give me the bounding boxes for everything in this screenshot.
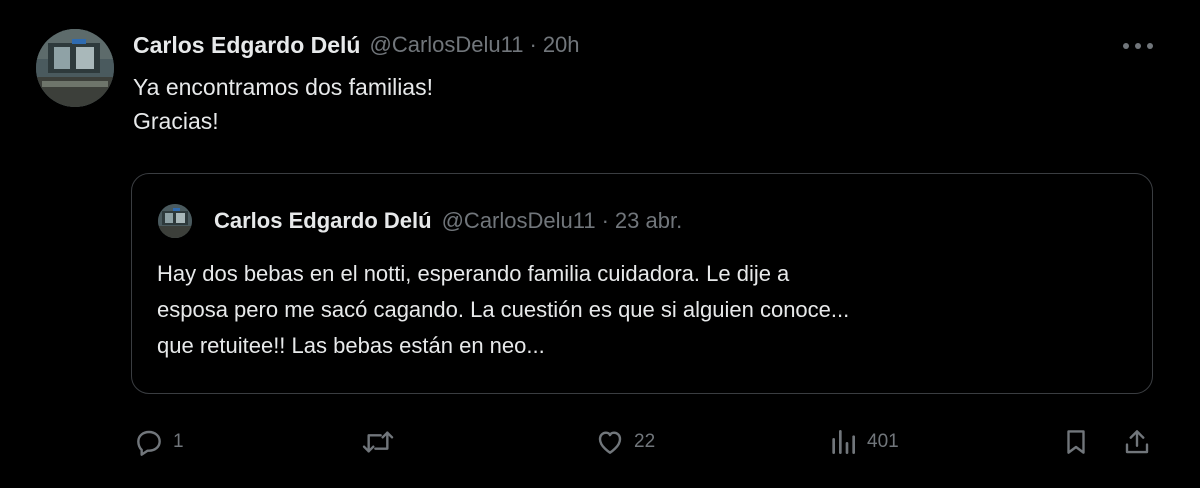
- separator: ·: [601, 208, 609, 233]
- author-handle[interactable]: @CarlosDelu11: [369, 32, 523, 58]
- author-name[interactable]: Carlos Edgardo Delú: [133, 32, 360, 59]
- quoted-author-handle: @CarlosDelu11: [441, 208, 596, 233]
- share-icon: [1122, 426, 1152, 458]
- tweet-text: Ya encontramos dos familias! Gracias!: [133, 70, 433, 138]
- quoted-header: Carlos Edgardo Delú @CarlosDelu11 · 23 a…: [214, 204, 682, 238]
- like-button[interactable]: 22: [594, 420, 655, 464]
- ellipsis-icon[interactable]: [1118, 34, 1158, 58]
- share-button[interactable]: [1122, 420, 1152, 464]
- quoted-author-avatar: [158, 204, 192, 238]
- quoted-text-line: que retuitee!! Las bebas están en neo...: [157, 333, 545, 358]
- action-bar: 1 22 401: [0, 420, 1200, 464]
- views-count: 401: [867, 431, 899, 452]
- reply-button[interactable]: 1: [133, 420, 184, 464]
- views-icon: [827, 426, 859, 458]
- reply-count: 1: [173, 431, 184, 452]
- bookmark-button[interactable]: [1061, 420, 1091, 464]
- reply-icon: [133, 426, 165, 458]
- like-icon: [594, 426, 626, 458]
- quoted-text: Hay dos bebas en el notti, esperando fam…: [157, 256, 849, 364]
- quoted-tweet[interactable]: Carlos Edgardo Delú @CarlosDelu11 · 23 a…: [131, 173, 1153, 394]
- quoted-date: 23 abr.: [614, 208, 683, 233]
- quoted-text-line: Hay dos bebas en el notti, esperando fam…: [157, 261, 790, 286]
- retweet-icon: [360, 426, 396, 458]
- tweet-time[interactable]: 20h: [543, 32, 580, 58]
- like-count: 22: [634, 431, 656, 452]
- tweet-header: Carlos Edgardo Delú @CarlosDelu11 · 20h: [133, 28, 580, 62]
- tweet: Carlos Edgardo Delú @CarlosDelu11 · 20h …: [0, 0, 1200, 488]
- views-button[interactable]: 401: [827, 420, 899, 464]
- retweet-button[interactable]: [360, 420, 404, 464]
- author-avatar[interactable]: [36, 29, 114, 107]
- tweet-text-line: Ya encontramos dos familias!: [133, 74, 433, 100]
- quoted-text-line: esposa pero me sacó cagando. La cuestión…: [157, 297, 850, 322]
- tweet-text-line: Gracias!: [133, 108, 219, 134]
- bookmark-icon: [1061, 426, 1091, 458]
- separator: ·: [529, 32, 537, 57]
- quoted-author-name: Carlos Edgardo Delú: [214, 208, 432, 233]
